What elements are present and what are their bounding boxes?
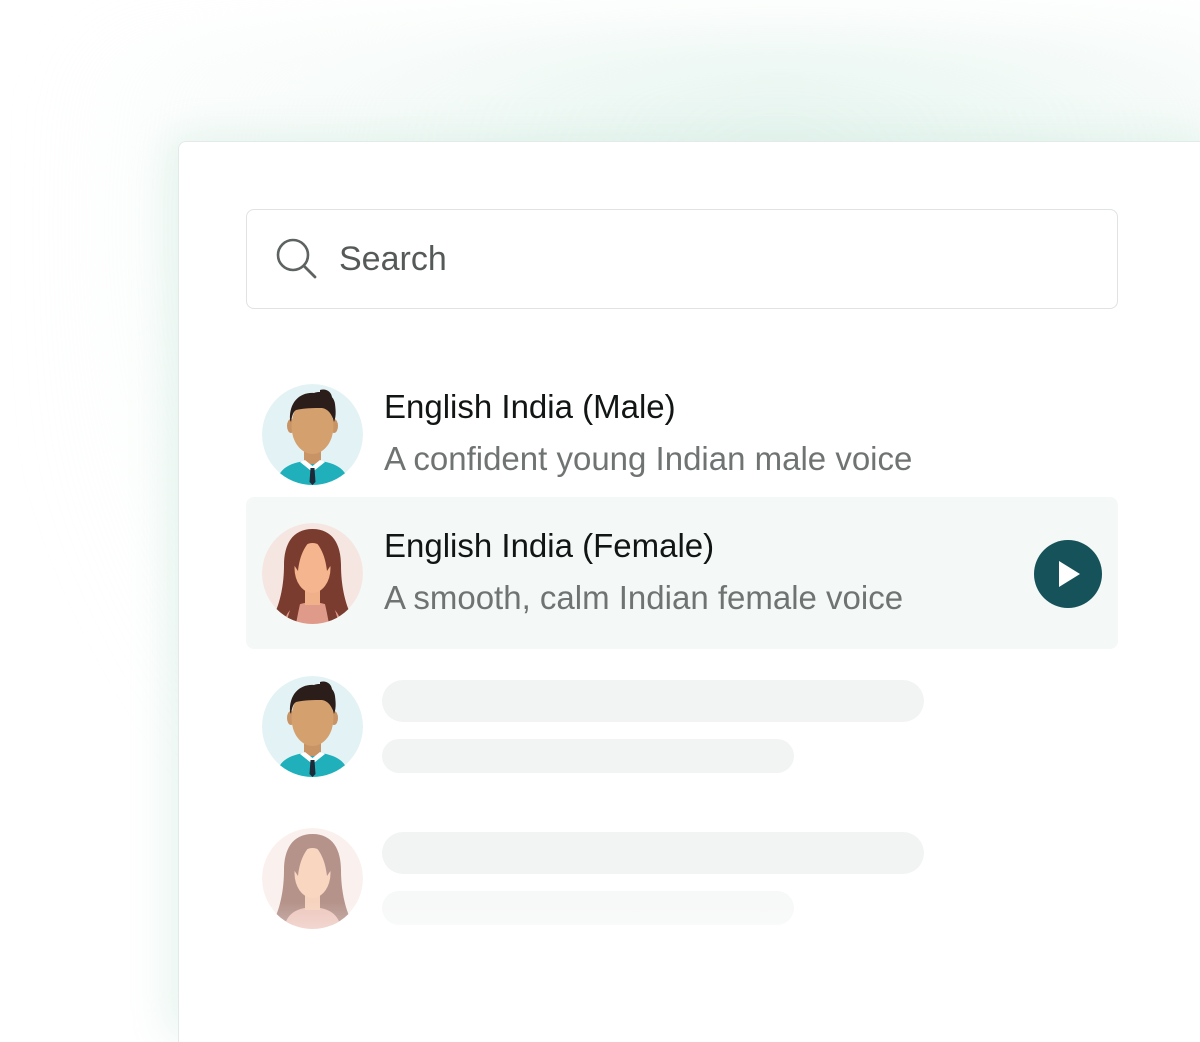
skeleton-title (382, 680, 924, 722)
search-input[interactable] (339, 239, 1079, 279)
female-avatar-icon (262, 523, 363, 624)
skeleton-subtitle (382, 739, 794, 773)
search-icon (275, 237, 319, 281)
play-button[interactable] (1034, 540, 1102, 608)
skeleton-subtitle (382, 891, 794, 925)
voice-item-english-india-male[interactable]: English India (Male) A confident young I… (246, 358, 1118, 510)
male-avatar-icon (262, 384, 363, 485)
voice-description: A confident young Indian male voice (384, 440, 913, 477)
male-avatar-icon (262, 676, 363, 777)
search-box[interactable] (246, 209, 1118, 309)
loading-voice-item (246, 802, 1118, 954)
voice-item-english-india-female[interactable]: English India (Female) A smooth, calm In… (246, 497, 1118, 649)
voice-picker-panel: English India (Male) A confident young I… (178, 141, 1200, 1042)
loading-voice-item (246, 650, 1118, 802)
voice-name: English India (Female) (384, 527, 715, 564)
voice-description: A smooth, calm Indian female voice (384, 579, 904, 616)
female-avatar-icon (262, 828, 363, 929)
voice-name: English India (Male) (384, 388, 676, 425)
play-icon (1059, 561, 1080, 587)
skeleton-title (382, 832, 924, 874)
